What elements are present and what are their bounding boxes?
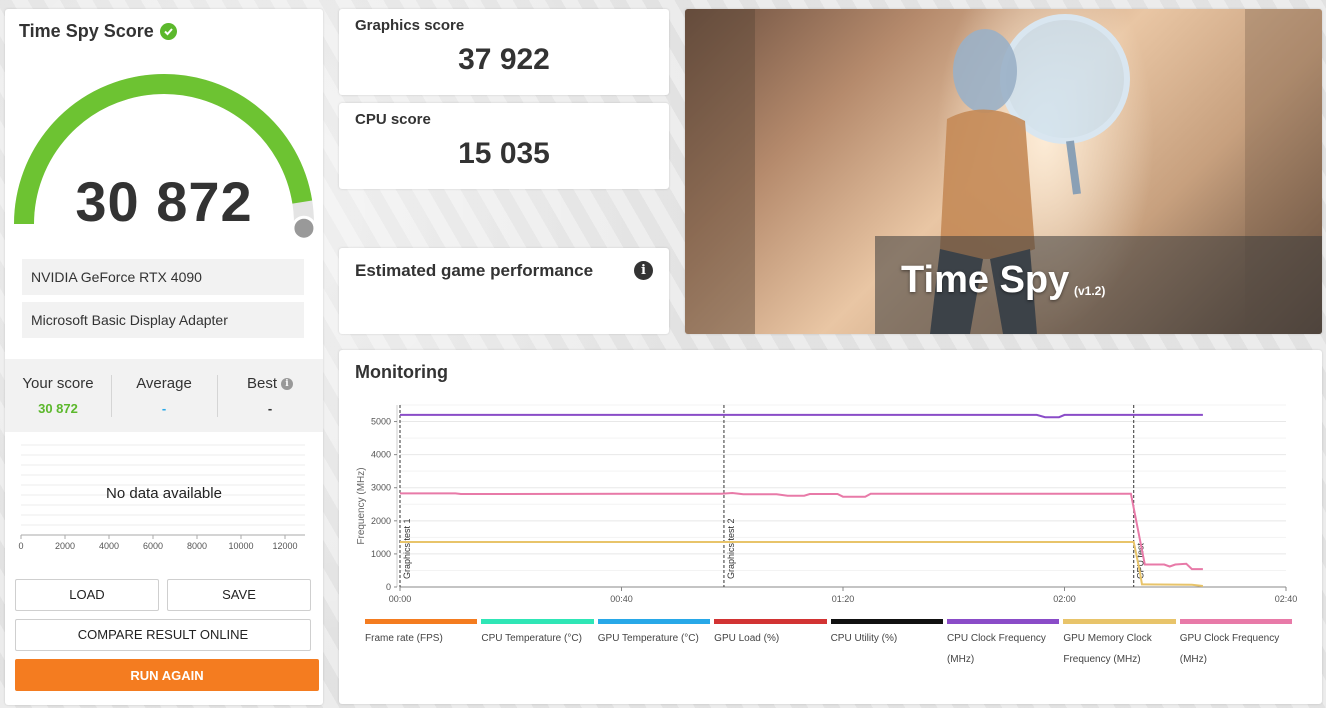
test-marker-label: Graphics test 1 (402, 518, 412, 579)
graphics-score-card: Graphics score 37 922 (339, 9, 669, 95)
run-again-button[interactable]: RUN AGAIN (15, 659, 319, 691)
legend-swatch (946, 619, 1060, 624)
legend-label: GPU Memory Clock Frequency (MHz) (1063, 633, 1152, 665)
mini-x-tick: 10000 (228, 541, 253, 551)
legend-label: Frame rate (FPS) (365, 633, 443, 644)
x-tick-label: 00:40 (610, 594, 633, 604)
legend-swatch (597, 619, 711, 624)
load-button[interactable]: LOAD (15, 579, 159, 611)
series-line (400, 541, 1204, 587)
legend-label: GPU Temperature (°C) (597, 633, 699, 644)
x-tick-label: 02:40 (1275, 594, 1298, 604)
legend-label: CPU Utility (%) (830, 633, 898, 644)
best-col: Best i - (217, 359, 323, 432)
estimated-game-performance-card: Estimated game performance i (339, 248, 669, 334)
legend-label: GPU Clock Frequency (MHz) (1179, 633, 1280, 665)
mini-x-tick: 12000 (272, 541, 297, 551)
cpu-score-card: CPU score 15 035 (339, 103, 669, 189)
hero-version: (v1.2) (1074, 284, 1106, 298)
device-gpu: NVIDIA GeForce RTX 4090 (22, 259, 304, 295)
y-axis-label: Frequency (MHz) (356, 467, 367, 544)
series-line (400, 413, 1203, 419)
save-button[interactable]: SAVE (167, 579, 311, 611)
legend-swatch (830, 619, 943, 624)
cpu-score-label: CPU score (355, 111, 431, 128)
estimated-title: Estimated game performance (355, 261, 594, 280)
score-panel: Time Spy Score 30 872 NVIDIA GeForce RTX… (5, 9, 323, 705)
your-score-col: Your score 30 872 (5, 359, 111, 432)
y-tick-label: 1000 (371, 549, 391, 559)
best-label: Best (246, 375, 277, 392)
info-icon[interactable]: i (634, 261, 653, 280)
your-score-value: 30 872 (38, 401, 78, 416)
best-value: - (267, 401, 273, 416)
best-info-icon[interactable]: i (281, 377, 293, 390)
y-tick-label: 3000 (371, 483, 391, 493)
average-label: Average (136, 375, 192, 392)
y-tick-label: 4000 (371, 450, 391, 460)
mini-x-tick: 8000 (187, 541, 207, 551)
overall-score: 30 872 (75, 170, 253, 233)
monitoring-panel: Monitoring 0 1000 2000 3000 4000 5000 00:00 00:… (339, 350, 1322, 704)
legend-item[interactable]: CPU Utility (%) (830, 619, 947, 670)
average-value: - (161, 401, 167, 416)
legend-item[interactable]: Frame rate (FPS) (365, 619, 481, 670)
legend-item[interactable]: GPU Clock Frequency (MHz) (1179, 619, 1296, 670)
check-icon (159, 23, 177, 40)
score-comparison: Your score 30 872 Average - Best i - (5, 359, 323, 432)
cpu-score-value: 15 035 (458, 137, 550, 170)
y-tick-label: 0 (386, 582, 391, 592)
y-tick-label: 2000 (371, 516, 391, 526)
legend-item[interactable]: GPU Memory Clock Frequency (MHz) (1063, 619, 1179, 670)
monitoring-legend: Frame rate (FPS) CPU Temperature (°C) GPU … (365, 619, 1296, 670)
graphics-score-value: 37 922 (458, 43, 550, 76)
legend-swatch (1179, 619, 1293, 624)
no-data-message: No data available (106, 485, 222, 502)
legend-item[interactable]: GPU Temperature (°C) (597, 619, 714, 670)
graphics-score-label: Graphics score (355, 17, 465, 34)
y-tick-label: 5000 (371, 417, 391, 427)
x-tick-label: 00:00 (389, 594, 412, 604)
x-tick-label: 01:20 (832, 594, 855, 604)
mini-x-tick: 2000 (55, 541, 75, 551)
test-marker-label: Graphics test 2 (726, 518, 736, 579)
legend-label: CPU Temperature (°C) (481, 633, 582, 644)
score-title: Time Spy Score (19, 21, 177, 42)
x-tick-label: 02:00 (1053, 594, 1076, 604)
compare-online-button[interactable]: COMPARE RESULT ONLINE (15, 619, 311, 651)
legend-item[interactable]: GPU Load (%) (714, 619, 830, 670)
best-label-wrap: Best i (247, 375, 293, 392)
legend-swatch (365, 619, 478, 624)
average-col: Average - (111, 359, 217, 432)
legend-swatch (714, 619, 827, 624)
device-display-adapter: Microsoft Basic Display Adapter (22, 302, 304, 338)
monitoring-chart: 0 1000 2000 3000 4000 5000 00:00 00:40 01:20 02:0… (356, 404, 1298, 604)
legend-item[interactable]: CPU Temperature (°C) (481, 619, 597, 670)
your-score-label: Your score (22, 375, 94, 392)
benchmark-hero-image: Time Spy (v1.2) (685, 9, 1322, 334)
hero-title: Time Spy (901, 259, 1070, 301)
legend-label: GPU Load (%) (714, 633, 780, 644)
legend-item[interactable]: CPU Clock Frequency (MHz) (946, 619, 1063, 670)
score-title-text: Time Spy Score (19, 21, 154, 41)
legend-label: CPU Clock Frequency (MHz) (946, 633, 1046, 665)
legend-swatch (481, 619, 594, 624)
mini-x-tick: 6000 (143, 541, 163, 551)
mini-x-tick: 4000 (99, 541, 119, 551)
mini-x-tick: 0 (18, 541, 23, 551)
legend-swatch (1063, 619, 1176, 624)
